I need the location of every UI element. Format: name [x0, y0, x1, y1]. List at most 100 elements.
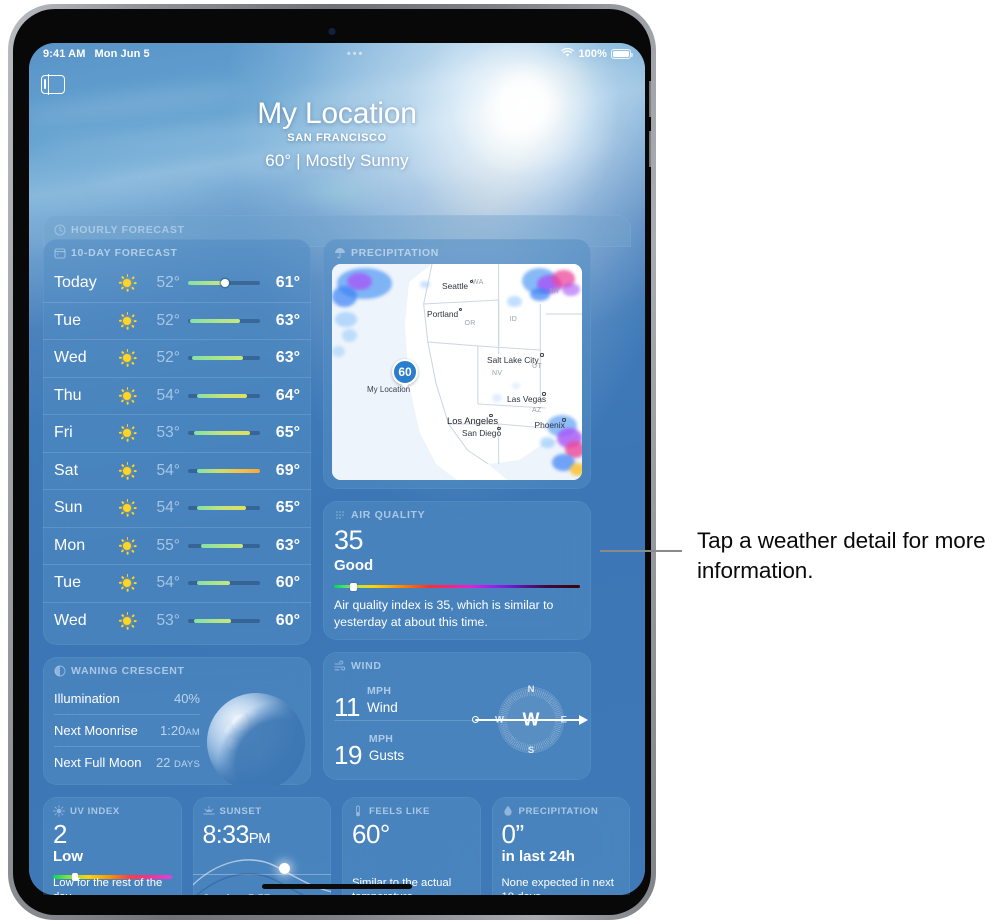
- forecast-row[interactable]: Wed 53° 60°: [43, 601, 311, 640]
- mini-card-subtitle: Low: [53, 848, 83, 866]
- precipitation-map-card[interactable]: PRECIPITATION WA OR ID MT NV UT AZ Seatt…: [323, 239, 591, 489]
- map-container[interactable]: WA OR ID MT NV UT AZ Seattle Portland Salt Lake …: [323, 264, 591, 489]
- forecast-row[interactable]: Sun 54° 65°: [43, 489, 311, 527]
- forecast-day-name: Fri: [54, 424, 73, 442]
- mini-card-title-row: SUNSET: [193, 797, 332, 821]
- wind-gust-row: 19 MPH Gusts: [334, 719, 474, 771]
- forecast-rows-container: Today 52° 61° Tue 52° 63° Wed 52° 63° Th…: [43, 264, 311, 639]
- mini-card-sunset[interactable]: SUNSET 8:33PM Sunrise: 5:57AM: [192, 797, 332, 895]
- callout-text: Tap a weather detail for more informatio…: [697, 528, 986, 584]
- ipad-screen: 9:41 AM Mon Jun 5 ••• 100% My Location S…: [29, 43, 645, 895]
- uv-sun-icon: [53, 805, 65, 817]
- mini-card-footnote: Low for the rest of the day.: [53, 876, 163, 895]
- air-quality-card[interactable]: AIR QUALITY 35 Good Air quality index is…: [323, 501, 591, 640]
- forecast-row[interactable]: Sat 54° 69°: [43, 451, 311, 490]
- map-city-dot: [562, 418, 566, 422]
- forecast-day-name: Today: [54, 273, 97, 291]
- my-location-label: My Location: [367, 384, 411, 394]
- volume-down-button[interactable]: [649, 131, 651, 167]
- moon-phase-card[interactable]: WANING CRESCENT Illumination 40% Next Moo…: [43, 657, 311, 785]
- forecast-high-temp: 63°: [275, 311, 300, 329]
- precipitation-map[interactable]: WA OR ID MT NV UT AZ Seattle Portland Salt Lake …: [332, 264, 582, 480]
- moon-title-row: WANING CRESCENT: [43, 657, 311, 682]
- page-title: My Location: [257, 97, 417, 130]
- status-time: 9:41 AM: [43, 48, 86, 60]
- wind-title-row: WIND: [323, 652, 591, 677]
- moon-data-row: Illumination 40%: [54, 682, 200, 714]
- mini-card-title: FEELS LIKE: [369, 805, 430, 817]
- forecast-temp-bar: [188, 318, 260, 323]
- map-city-dot: [540, 353, 544, 357]
- forecast-condition-icon: [110, 386, 144, 405]
- wind-gust-value: 19: [334, 740, 362, 771]
- map-state-label: AZ: [532, 406, 542, 414]
- precipitation-blob: [492, 393, 502, 403]
- forecast-row[interactable]: Fri 53° 65°: [43, 414, 311, 452]
- forecast-row[interactable]: Today 52° 61°: [43, 264, 311, 302]
- moon-shadow: [207, 693, 305, 785]
- moon-row-value: 1:20AM: [160, 723, 200, 738]
- mini-card-title-row: PRECIPITATION: [492, 797, 631, 821]
- mini-card-uv-index[interactable]: UV INDEX 2 Low Low for the rest of the d…: [43, 797, 182, 895]
- sun-icon: [118, 386, 137, 405]
- sunset-time: 8:33PM: [202, 821, 271, 849]
- volume-up-button[interactable]: [649, 81, 651, 117]
- forecast-low-temp: 52°: [156, 349, 180, 367]
- wind-speed-row: 11 MPH Wind: [334, 677, 474, 720]
- wind-icon: [334, 660, 346, 672]
- forecast-condition-icon: [110, 349, 144, 367]
- my-location-pin[interactable]: 60: [392, 359, 418, 386]
- ten-day-title: 10-DAY FORECAST: [71, 247, 178, 259]
- forecast-condition-icon: [110, 536, 144, 555]
- forecast-temp-bar: [188, 506, 260, 511]
- forecast-row[interactable]: Wed 52° 63°: [43, 339, 311, 377]
- mini-card-precipitation[interactable]: PRECIPITATION 0” in last 24h None expect…: [491, 797, 631, 895]
- sidebar-toggle-icon[interactable]: [41, 74, 65, 95]
- forecast-row[interactable]: Mon 55° 63°: [43, 526, 311, 565]
- forecast-day-name: Sun: [54, 499, 83, 517]
- sunset-time-suffix: PM: [248, 830, 271, 847]
- wind-card[interactable]: WIND 11 MPH Wind 19 MPH Gusts N S W: [323, 651, 591, 780]
- mini-card-feels-like[interactable]: FEELS LIKE 60° Similar to the actual tem…: [342, 797, 481, 895]
- moon-data-row: Next Full Moon 22 DAYS: [54, 746, 200, 778]
- sun-icon: [118, 461, 137, 480]
- precipitation-blob: [347, 272, 372, 290]
- forecast-row[interactable]: Tue 54° 60°: [43, 564, 311, 602]
- forecast-day-name: Tue: [54, 311, 81, 329]
- forecast-row[interactable]: Tue 52° 63°: [43, 301, 311, 340]
- map-state-label: NV: [492, 369, 503, 377]
- sun-icon: [118, 611, 137, 630]
- city-subtitle: SAN FRANCISCO: [287, 132, 387, 144]
- wifi-icon: [561, 47, 575, 61]
- map-city-label: Las Vegas: [507, 393, 547, 404]
- moon-row-value: 40%: [173, 690, 200, 706]
- forecast-row[interactable]: Thu 54° 64°: [43, 376, 311, 415]
- compass-direction-label: W: [522, 709, 540, 730]
- compass-south-label: S: [527, 744, 535, 756]
- status-bar: 9:41 AM Mon Jun 5 ••• 100%: [29, 43, 645, 65]
- wind-title: WIND: [351, 659, 382, 672]
- precipitation-map-title-row: PRECIPITATION: [323, 239, 591, 264]
- moon-data-rows: Illumination 40% Next Moonrise 1:20AM Next…: [43, 682, 211, 778]
- forecast-condition-icon: [110, 424, 144, 442]
- forecast-low-temp: 52°: [156, 311, 180, 329]
- precipitation-blob: [562, 283, 580, 297]
- forecast-condition-icon: [110, 499, 144, 517]
- hourly-forecast-title-row: HOURLY FORECAST: [43, 215, 631, 241]
- sun-position-dot: [278, 863, 290, 874]
- forecast-high-temp: 61°: [275, 273, 300, 291]
- sunset-icon: [202, 805, 215, 817]
- precipitation-blob: [539, 436, 555, 448]
- forecast-low-temp: 54°: [156, 386, 180, 404]
- mini-card-title: PRECIPITATION: [518, 805, 599, 817]
- status-center-dots: •••: [346, 48, 365, 60]
- forecast-temp-bar: [188, 356, 260, 361]
- wind-speed-label: Wind: [367, 700, 398, 716]
- ten-day-forecast-card[interactable]: 10-DAY FORECAST Today 52° 61° Tue 52° 63°…: [43, 239, 311, 645]
- sun-icon: [118, 574, 137, 592]
- home-indicator[interactable]: [262, 884, 412, 889]
- forecast-temp-bar: [188, 278, 260, 287]
- precipitation-blob: [529, 287, 550, 301]
- air-quality-category: Good: [334, 556, 374, 574]
- forecast-condition-icon: [110, 574, 144, 592]
